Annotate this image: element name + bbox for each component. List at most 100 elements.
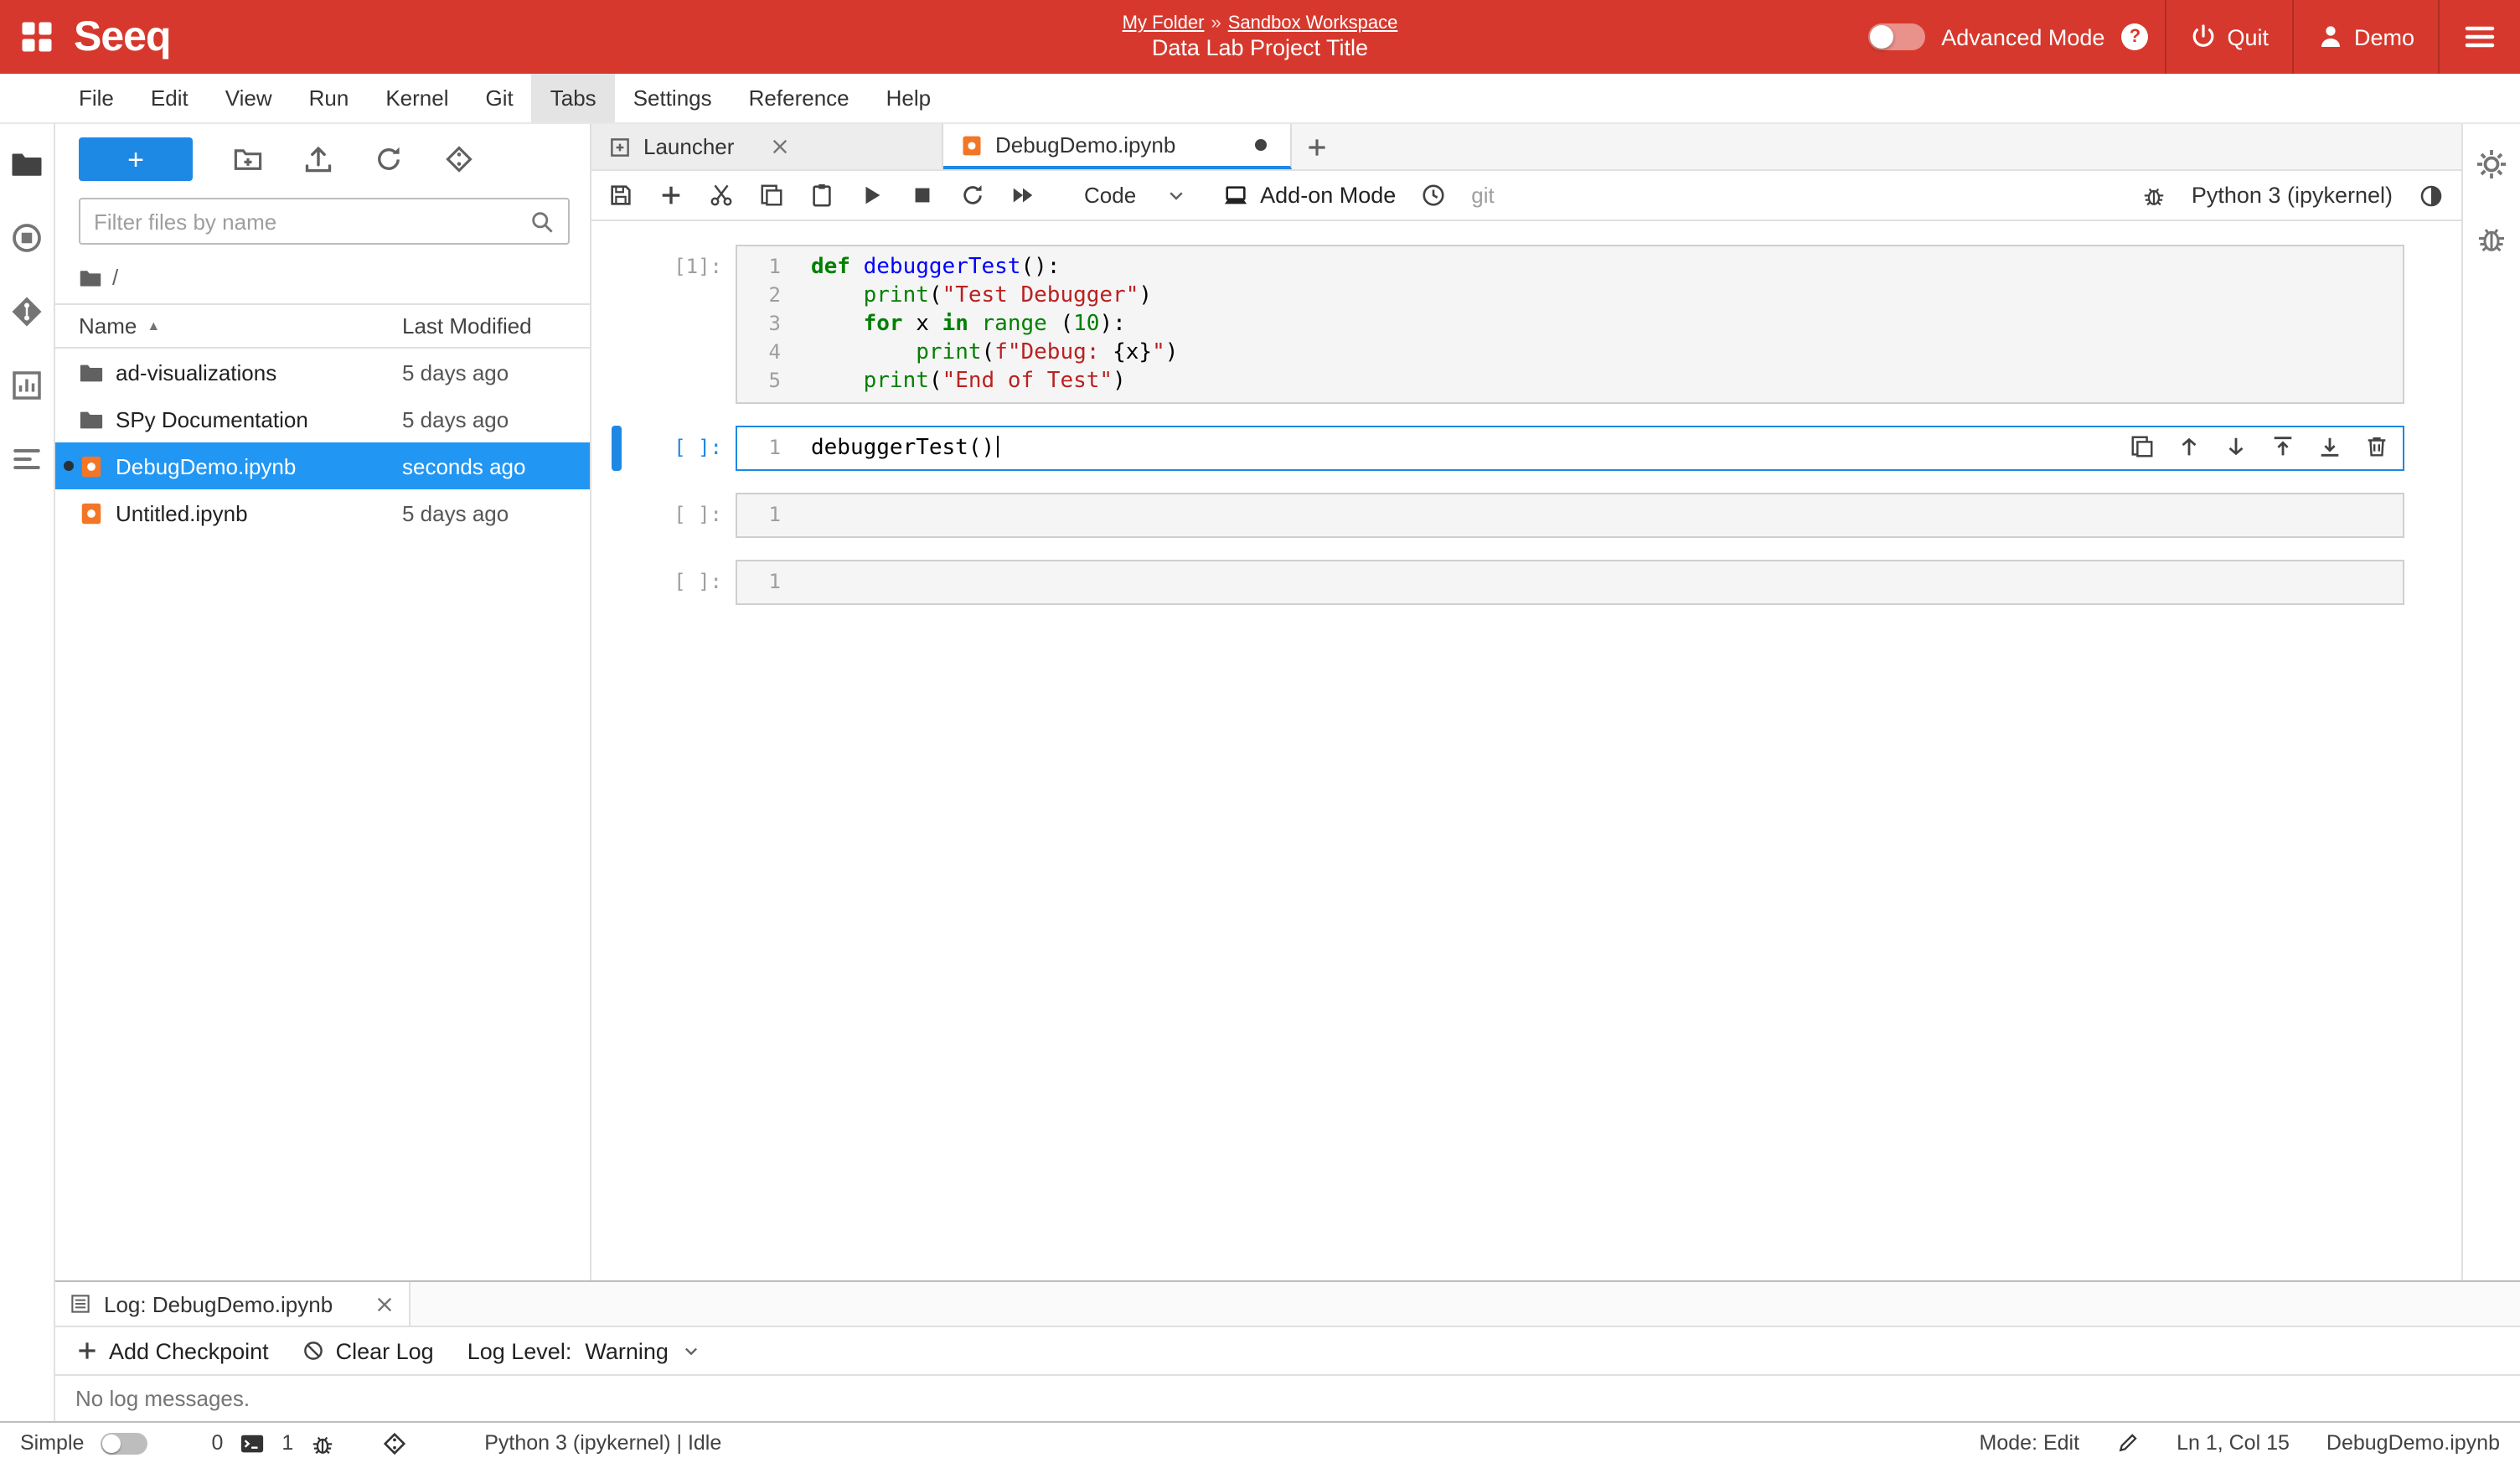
table-of-contents-icon[interactable] <box>10 442 44 476</box>
cursor-position[interactable]: Ln 1, Col 15 <box>2177 1431 2290 1455</box>
duplicate-cell-icon[interactable] <box>2130 434 2155 459</box>
kernel-status-text[interactable]: Python 3 (ipykernel) | Idle <box>484 1431 721 1455</box>
addon-mode-button[interactable]: Add-on Mode <box>1221 183 1396 208</box>
kernel-sessions-icon[interactable] <box>310 1430 335 1455</box>
kernel-status-icon[interactable] <box>2418 182 2445 209</box>
cell-collapser[interactable] <box>612 245 622 404</box>
active-code-cell[interactable]: [ ]:1debuggerTest() <box>612 426 2404 471</box>
new-launcher-button[interactable]: + <box>79 137 193 181</box>
restart-run-all-icon[interactable] <box>1010 183 1035 208</box>
search-icon[interactable] <box>529 209 555 234</box>
log-tab[interactable]: Log: DebugDemo.ipynb <box>55 1282 411 1326</box>
sort-by-modified-header[interactable]: Last Modified <box>402 313 576 339</box>
quit-button[interactable]: Quit <box>2183 23 2275 50</box>
menu-item-run[interactable]: Run <box>291 74 368 122</box>
menu-item-edit[interactable]: Edit <box>132 74 207 122</box>
apps-grid-icon[interactable] <box>20 20 54 54</box>
mode-indicator[interactable]: Mode: Edit <box>1980 1431 2080 1455</box>
cell-editor[interactable]: 1 <box>736 560 2404 605</box>
menu-item-view[interactable]: View <box>207 74 291 122</box>
refresh-icon[interactable] <box>374 144 404 174</box>
copy-cell-icon[interactable] <box>759 183 784 208</box>
git-toolbar-label[interactable]: git <box>1471 183 1494 208</box>
clock-icon[interactable] <box>1421 183 1446 208</box>
sort-by-name-header[interactable]: Name ▲ <box>79 313 402 339</box>
code-cell[interactable]: [ ]:1 <box>612 493 2404 538</box>
menu-item-file[interactable]: File <box>60 74 132 122</box>
cell-collapser[interactable] <box>612 560 622 605</box>
git-panel-icon[interactable] <box>10 295 44 328</box>
menu-item-tabs[interactable]: Tabs <box>532 74 615 122</box>
cell-editor[interactable]: 12345def debuggerTest(): print("Test Deb… <box>736 245 2404 404</box>
tab-notebook[interactable]: DebugDemo.ipynb <box>943 124 1292 169</box>
kernel-name[interactable]: Python 3 (ipykernel) <box>2192 183 2393 208</box>
file-row[interactable]: Untitled.ipynb5 days ago <box>55 489 590 536</box>
terminal-icon[interactable] <box>240 1430 265 1455</box>
running-kernels-icon[interactable] <box>10 221 44 255</box>
new-tab-button[interactable] <box>1292 124 1342 169</box>
code-content[interactable] <box>798 494 2403 536</box>
insert-above-cell-icon[interactable] <box>2270 434 2295 459</box>
cell-editor[interactable]: 1debuggerTest() <box>736 426 2404 471</box>
menu-item-help[interactable]: Help <box>868 74 950 122</box>
move-down-cell-icon[interactable] <box>2223 434 2249 459</box>
add-checkpoint-button[interactable]: Add Checkpoint <box>75 1338 269 1363</box>
file-browser-icon[interactable] <box>10 147 44 181</box>
gear-icon[interactable] <box>2475 147 2508 181</box>
file-row[interactable]: ad-visualizations5 days ago <box>55 349 590 395</box>
execution-prompt: [ ]: <box>632 493 736 538</box>
root-path[interactable]: / <box>112 265 118 290</box>
log-level-dropdown[interactable]: Warning <box>585 1338 700 1363</box>
user-menu[interactable]: Demo <box>2311 23 2421 50</box>
run-cell-icon[interactable] <box>860 183 885 208</box>
close-icon[interactable] <box>769 136 791 158</box>
add-cell-icon[interactable] <box>658 183 684 208</box>
breadcrumb-my-folder[interactable]: My Folder <box>1123 13 1205 34</box>
folder-root-icon[interactable] <box>79 266 102 289</box>
stop-kernel-icon[interactable] <box>910 183 935 208</box>
cell-collapser[interactable] <box>612 426 622 471</box>
code-content[interactable]: def debuggerTest(): print("Test Debugger… <box>798 246 2403 402</box>
menu-item-kernel[interactable]: Kernel <box>367 74 467 122</box>
cell-editor[interactable]: 1 <box>736 493 2404 538</box>
move-up-cell-icon[interactable] <box>2177 434 2202 459</box>
save-icon[interactable] <box>608 183 633 208</box>
menu-item-reference[interactable]: Reference <box>731 74 868 122</box>
breadcrumb-workspace[interactable]: Sandbox Workspace <box>1228 13 1398 34</box>
cell-collapser[interactable] <box>612 493 622 538</box>
code-cell[interactable]: [ ]:1 <box>612 560 2404 605</box>
insert-below-cell-icon[interactable] <box>2317 434 2342 459</box>
paste-cell-icon[interactable] <box>809 183 834 208</box>
statusbar: Simple 0 1 Python 3 (ipykernel) | Idle M… <box>0 1421 2520 1463</box>
hamburger-menu-icon[interactable] <box>2463 20 2497 54</box>
terminal-count[interactable]: 0 <box>211 1431 223 1455</box>
chart-panel-icon[interactable] <box>10 369 44 402</box>
chevron-down-icon <box>1166 185 1186 205</box>
clear-log-button[interactable]: Clear Log <box>302 1338 434 1363</box>
git-clone-icon[interactable] <box>444 144 474 174</box>
menu-item-settings[interactable]: Settings <box>615 74 731 122</box>
git-status-icon[interactable] <box>382 1430 407 1455</box>
close-icon[interactable] <box>374 1293 395 1315</box>
code-cell[interactable]: [1]:12345def debuggerTest(): print("Test… <box>612 245 2404 404</box>
new-folder-icon[interactable] <box>233 144 263 174</box>
filter-files-input[interactable] <box>80 209 529 234</box>
seeq-logo[interactable]: Seeq <box>74 13 171 61</box>
unsaved-dot-icon[interactable] <box>1255 139 1267 151</box>
file-row[interactable]: SPy Documentation5 days ago <box>55 395 590 442</box>
restart-kernel-icon[interactable] <box>960 183 985 208</box>
help-icon[interactable]: ? <box>2121 23 2148 50</box>
menu-item-git[interactable]: Git <box>467 74 532 122</box>
debugger-bug-icon[interactable] <box>2141 183 2166 208</box>
cell-type-dropdown[interactable]: Code <box>1074 179 1196 211</box>
debugger-sidebar-icon[interactable] <box>2475 221 2508 255</box>
simple-mode-toggle[interactable] <box>101 1432 147 1454</box>
code-content[interactable] <box>798 561 2403 603</box>
tab-launcher[interactable]: Launcher <box>591 124 943 169</box>
delete-cell-icon[interactable] <box>2364 434 2389 459</box>
upload-icon[interactable] <box>303 144 333 174</box>
advanced-mode-toggle[interactable] <box>1867 23 1924 50</box>
cut-cell-icon[interactable] <box>709 183 734 208</box>
file-row[interactable]: DebugDemo.ipynbseconds ago <box>55 442 590 489</box>
kernel-count[interactable]: 1 <box>281 1431 293 1455</box>
